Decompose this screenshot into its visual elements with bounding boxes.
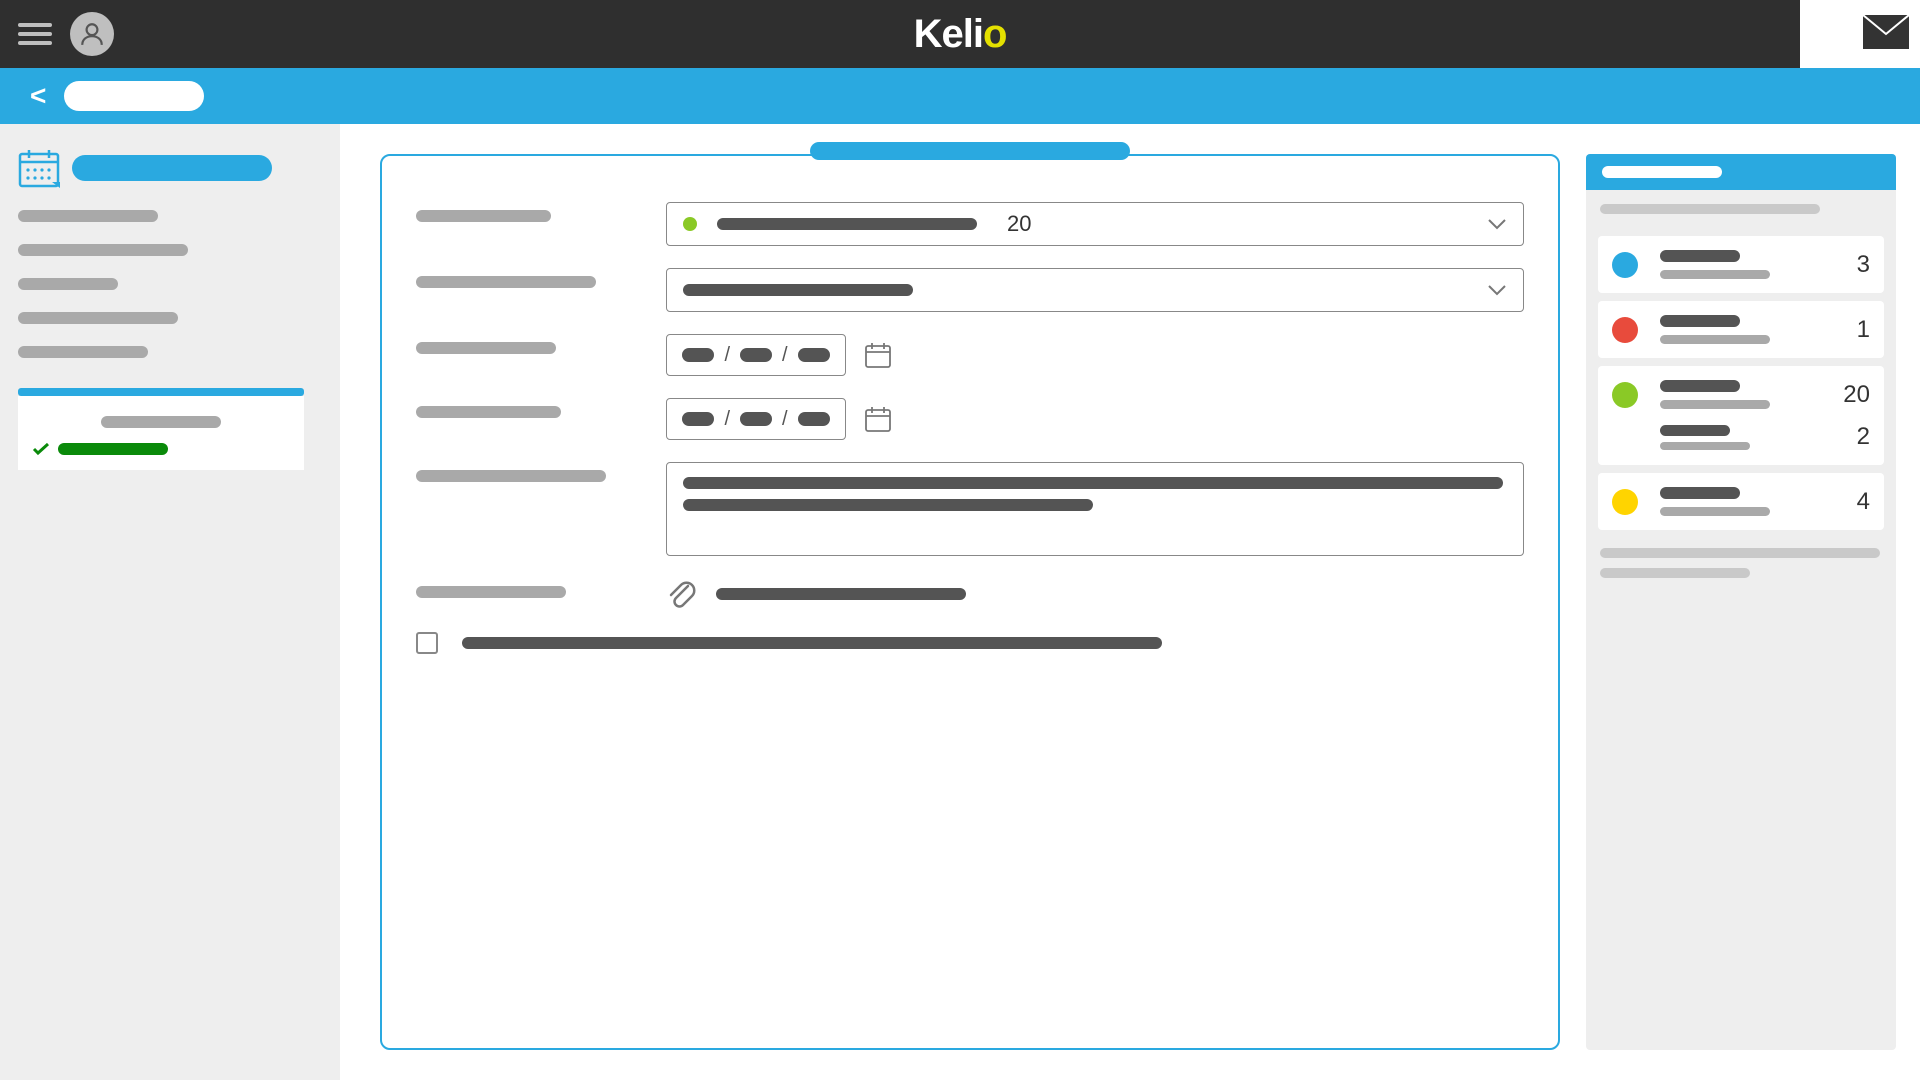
summary-card-3[interactable]: 4 <box>1598 473 1884 530</box>
field-label-5 <box>416 470 606 482</box>
status-dot-icon <box>1612 489 1638 515</box>
end-date-input[interactable]: // <box>666 398 846 440</box>
comment-textarea[interactable] <box>666 462 1524 556</box>
status-dot-icon <box>1612 317 1638 343</box>
field-label-6 <box>416 586 566 598</box>
form-card: 20 // <box>380 154 1560 1050</box>
user-icon <box>79 21 105 47</box>
mail-icon <box>1862 14 1910 50</box>
sidebar-item-0[interactable] <box>18 210 158 222</box>
sidebar-section-title <box>72 155 272 181</box>
type-select[interactable]: 20 <box>666 202 1524 246</box>
summary-card-2[interactable]: 20 2 <box>1598 366 1884 465</box>
calendar-icon <box>18 148 60 188</box>
back-button[interactable]: < <box>30 80 46 112</box>
sidebar <box>0 124 340 1080</box>
start-date-input[interactable]: // <box>666 334 846 376</box>
form-title <box>810 142 1130 160</box>
sidebar-item-2[interactable] <box>18 278 118 290</box>
type-count: 20 <box>1007 211 1031 237</box>
summary-title <box>1586 154 1896 190</box>
attachment-button[interactable] <box>666 578 1524 610</box>
submenu-title <box>101 416 221 428</box>
calendar-picker-icon[interactable] <box>864 405 892 433</box>
checkbox-label <box>462 637 1162 649</box>
sidebar-submenu <box>18 388 322 470</box>
mail-corner[interactable] <box>1750 0 1920 68</box>
card-sub-count: 2 <box>1857 423 1870 451</box>
summary-card-0[interactable]: 3 <box>1598 236 1884 293</box>
summary-card-1[interactable]: 1 <box>1598 301 1884 358</box>
summary-footer-line <box>1600 568 1750 578</box>
field-label-3 <box>416 342 556 354</box>
avatar[interactable] <box>70 12 114 56</box>
menu-icon[interactable] <box>18 18 52 50</box>
paperclip-icon <box>666 578 696 610</box>
field-label-4 <box>416 406 561 418</box>
page-title <box>64 81 204 111</box>
submenu-item-active[interactable] <box>32 442 290 456</box>
field-label-2 <box>416 276 596 288</box>
status-dot-icon <box>1612 252 1638 278</box>
logo: Kelio <box>914 12 1007 57</box>
card-count: 4 <box>1857 488 1870 516</box>
sidebar-item-3[interactable] <box>18 312 178 324</box>
card-count: 20 <box>1843 381 1870 409</box>
reason-select[interactable] <box>666 268 1524 312</box>
confirm-checkbox[interactable] <box>416 632 438 654</box>
chevron-down-icon <box>1487 284 1507 296</box>
breadcrumb-bar: < <box>0 68 1920 124</box>
sidebar-item-1[interactable] <box>18 244 188 256</box>
summary-subtitle <box>1600 204 1820 214</box>
check-icon <box>32 442 50 456</box>
status-dot-icon <box>1612 382 1638 408</box>
summary-panel: 3 1 20 2 4 <box>1586 154 1896 1050</box>
card-count: 1 <box>1857 316 1870 344</box>
sidebar-item-4[interactable] <box>18 346 148 358</box>
calendar-picker-icon[interactable] <box>864 341 892 369</box>
card-count: 3 <box>1857 251 1870 279</box>
top-header: Kelio <box>0 0 1920 68</box>
summary-footer-line <box>1600 548 1880 558</box>
chevron-down-icon <box>1487 218 1507 230</box>
field-label-1 <box>416 210 551 222</box>
